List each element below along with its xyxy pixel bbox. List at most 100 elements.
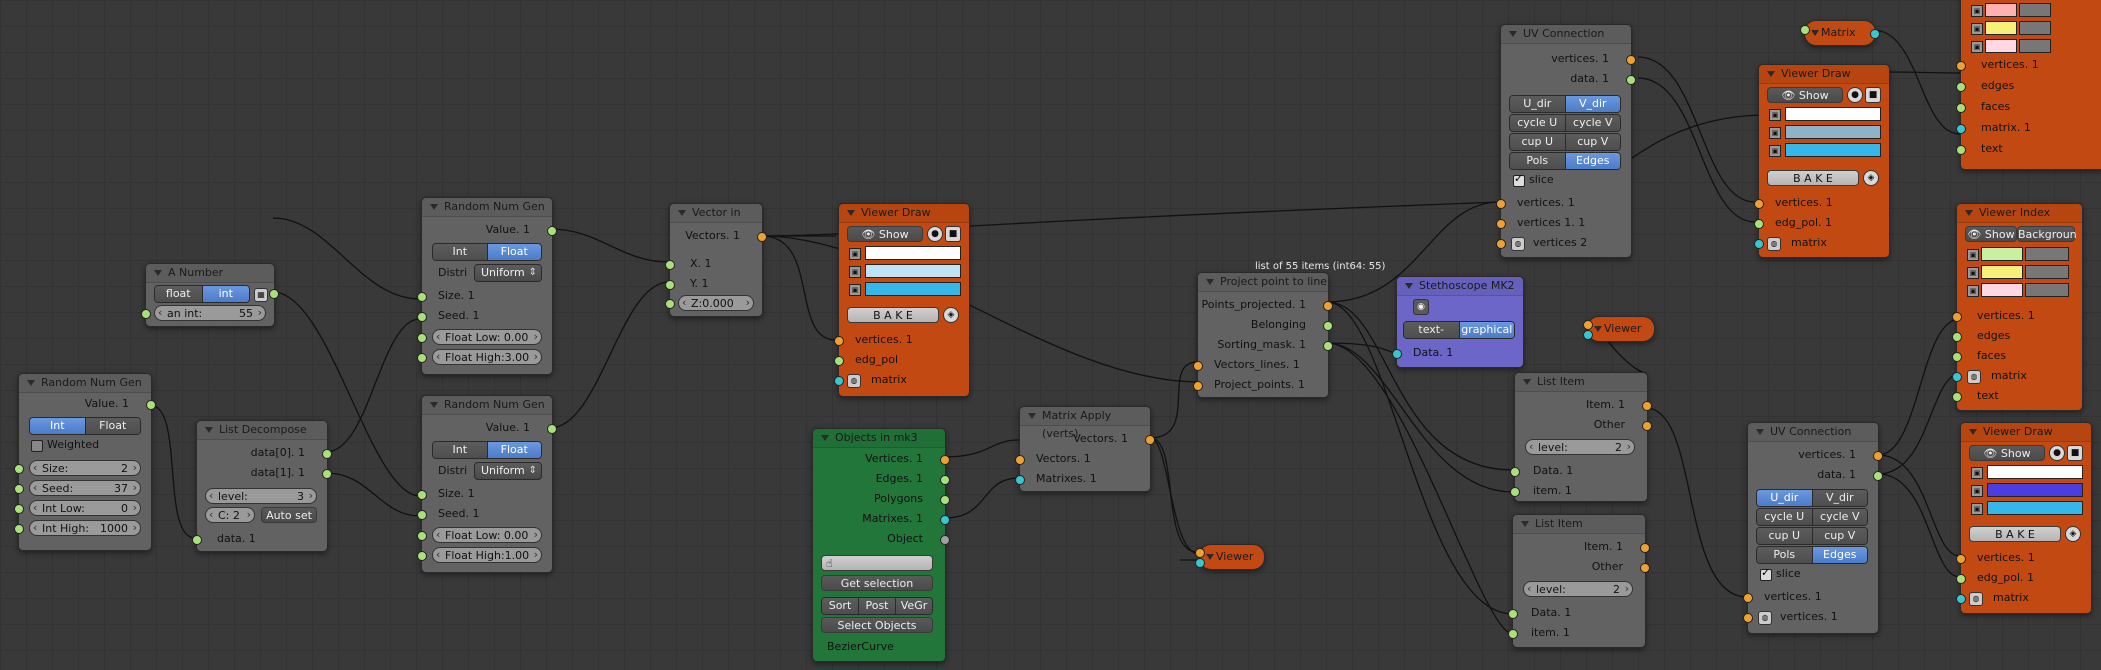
socket-matrix[interactable] bbox=[1754, 239, 1764, 249]
face-color-icon[interactable]: ▣ bbox=[1971, 41, 1983, 53]
socket-seed[interactable] bbox=[417, 510, 427, 520]
vertex-color-swatch[interactable] bbox=[865, 246, 961, 260]
socket-flow[interactable] bbox=[417, 531, 427, 541]
node-title[interactable]: A Number bbox=[146, 264, 274, 283]
node-viewer-1[interactable]: Viewer bbox=[1195, 544, 1265, 570]
socket-in[interactable] bbox=[1392, 349, 1402, 359]
socket-out1[interactable] bbox=[1640, 543, 1650, 553]
sort-button[interactable]: Sort bbox=[822, 598, 859, 614]
vertex-bg-swatch[interactable] bbox=[2019, 3, 2051, 17]
socket-faces[interactable] bbox=[1956, 103, 1966, 113]
socket-high[interactable] bbox=[14, 524, 24, 534]
node-title[interactable]: Viewer bbox=[1588, 317, 1654, 341]
node-title[interactable]: Viewer Index bbox=[1957, 204, 2082, 223]
node-title[interactable]: Viewer bbox=[1200, 545, 1264, 569]
socket-out[interactable] bbox=[1145, 435, 1155, 445]
socket-seed[interactable] bbox=[14, 484, 24, 494]
edge-color-swatch[interactable] bbox=[1987, 483, 2083, 497]
vertex-color-icon[interactable]: ▣ bbox=[1967, 249, 1979, 261]
socket-in1[interactable] bbox=[1743, 593, 1753, 603]
edge-color-swatch[interactable] bbox=[1981, 265, 2023, 279]
node-title[interactable]: Viewer Draw bbox=[1759, 65, 1889, 84]
edge-color-swatch[interactable] bbox=[1985, 21, 2017, 35]
cycle-v[interactable]: cycle V bbox=[1565, 115, 1620, 131]
vertex-color-swatch[interactable] bbox=[1785, 107, 1881, 121]
node-list-item-1[interactable]: List Item Item. 1 Other level:2 Data. 1 … bbox=[1510, 372, 1652, 502]
add-socket-icon[interactable]: ◍ bbox=[1511, 237, 1525, 251]
edges[interactable]: Edges bbox=[1812, 547, 1867, 563]
edge-bg-swatch[interactable] bbox=[2025, 265, 2069, 279]
vertex-color-swatch[interactable] bbox=[1987, 465, 2083, 479]
direction-toggle[interactable]: U_dir V_dir bbox=[1509, 95, 1621, 113]
node-editor-canvas[interactable]: Random Num Gen Value. 1 Int Float Weight… bbox=[0, 0, 2101, 670]
vertex-color-icon[interactable]: ▣ bbox=[1769, 109, 1781, 121]
float-low-field[interactable]: Float Low: 0.00 bbox=[432, 329, 542, 345]
v-dir[interactable]: V_dir bbox=[1565, 96, 1620, 112]
mode-float[interactable]: Float bbox=[85, 418, 140, 434]
cycle-u[interactable]: cycle U bbox=[1757, 509, 1813, 525]
socket-object[interactable] bbox=[940, 535, 950, 545]
vertex-color-icon[interactable]: ▣ bbox=[1971, 467, 1983, 479]
face-bg-swatch[interactable] bbox=[2019, 39, 2051, 53]
socket-out2[interactable] bbox=[1873, 471, 1883, 481]
mode-float[interactable]: Float bbox=[487, 244, 541, 260]
calculator-icon[interactable]: ▦ bbox=[254, 288, 268, 302]
eye-icon[interactable]: ◉ bbox=[1413, 299, 1429, 315]
node-title[interactable]: Project point to line bbox=[1198, 273, 1328, 292]
add-socket-icon[interactable]: ◍ bbox=[1758, 611, 1772, 625]
socket-in-matrix[interactable] bbox=[1195, 558, 1205, 568]
light-icon[interactable]: ■ bbox=[2067, 445, 2083, 461]
socket-out1[interactable] bbox=[1323, 301, 1333, 311]
socket-in2[interactable] bbox=[1743, 613, 1753, 623]
edge-color-icon[interactable]: ▣ bbox=[1967, 267, 1979, 279]
shading-icon[interactable]: ● bbox=[927, 226, 943, 242]
edges[interactable]: Edges bbox=[1565, 153, 1620, 169]
bake-settings-icon[interactable]: ◈ bbox=[2065, 526, 2081, 542]
socket-in[interactable] bbox=[141, 309, 151, 319]
vertex-color-icon[interactable]: ▣ bbox=[849, 248, 861, 260]
socket-out2[interactable] bbox=[1642, 421, 1652, 431]
node-objects-in[interactable]: Objects in mk3 Vertices. 1 Edges. 1 Poly… bbox=[812, 428, 950, 662]
node-title[interactable]: List Decompose bbox=[197, 421, 327, 440]
socket-out2[interactable] bbox=[1323, 321, 1333, 331]
face-color-swatch[interactable] bbox=[1985, 39, 2017, 53]
vertex-color-swatch[interactable] bbox=[1985, 3, 2017, 17]
show-button[interactable]: 👁 Show bbox=[1969, 445, 2045, 461]
socket-out2[interactable] bbox=[1640, 563, 1650, 573]
socket-out1[interactable] bbox=[1873, 451, 1883, 461]
vertex-color-swatch[interactable] bbox=[1981, 247, 2023, 261]
socket-in2[interactable] bbox=[1508, 629, 1518, 639]
size-field[interactable]: Size: 2 bbox=[29, 460, 141, 476]
bake-settings-icon[interactable]: ◈ bbox=[1863, 170, 1879, 186]
edge-color-swatch[interactable] bbox=[1785, 125, 1881, 139]
cup-u[interactable]: cup U bbox=[1510, 134, 1566, 150]
socket-out3[interactable] bbox=[1323, 341, 1333, 351]
face-color-swatch[interactable] bbox=[865, 282, 961, 296]
socket-polygons[interactable] bbox=[940, 495, 950, 505]
node-viewer-2[interactable]: Viewer bbox=[1583, 316, 1655, 342]
socket-size[interactable] bbox=[417, 490, 427, 500]
mode-text-based[interactable]: text-based bbox=[1404, 322, 1460, 338]
distribution-dropdown[interactable]: Uniform bbox=[474, 462, 542, 480]
mode-float[interactable]: Float bbox=[487, 442, 541, 458]
light-icon[interactable]: ■ bbox=[945, 226, 961, 242]
node-viewer-draw-2[interactable]: Viewer Draw 👁 Show ● ■ ▣ ▣ ▣ B A K E ◈ v… bbox=[1754, 64, 1890, 258]
node-title[interactable]: Random Num Gen bbox=[422, 198, 552, 217]
face-color-icon[interactable]: ▣ bbox=[1769, 145, 1781, 157]
bake-button[interactable]: B A K E bbox=[847, 307, 939, 323]
socket-in2[interactable] bbox=[1496, 219, 1506, 229]
socket-matrixes[interactable] bbox=[940, 515, 950, 525]
socket-z[interactable] bbox=[665, 299, 675, 309]
socket-edges[interactable] bbox=[1952, 332, 1962, 342]
object-list-item[interactable]: BezierCurve bbox=[827, 639, 894, 655]
slice-checkbox[interactable] bbox=[1513, 172, 1525, 187]
node-list-item-2[interactable]: List Item Item. 1 Other level:2 Data. 1 … bbox=[1508, 514, 1650, 648]
level-field[interactable]: level: 3 bbox=[205, 488, 317, 504]
face-color-swatch[interactable] bbox=[1981, 283, 2023, 297]
node-title[interactable]: Viewer Draw bbox=[1961, 423, 2091, 442]
node-title[interactable]: List Item bbox=[1515, 373, 1647, 392]
slice-checkbox[interactable] bbox=[1760, 566, 1772, 581]
face-bg-swatch[interactable] bbox=[2025, 283, 2069, 297]
u-dir[interactable]: U_dir bbox=[1510, 96, 1566, 112]
socket-out[interactable] bbox=[146, 400, 156, 410]
